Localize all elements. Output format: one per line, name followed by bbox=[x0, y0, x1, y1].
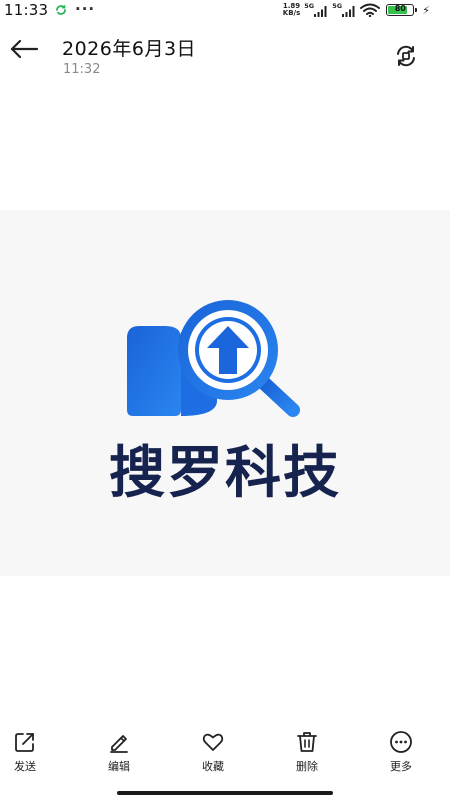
trash-icon bbox=[297, 732, 317, 752]
logo-image bbox=[127, 300, 300, 417]
signal-icon bbox=[342, 6, 355, 17]
charging-icon: ⚡ bbox=[422, 3, 430, 17]
more-label: 更多 bbox=[390, 760, 412, 773]
sync-icon bbox=[56, 5, 66, 15]
signal-1: 5G bbox=[304, 2, 328, 17]
home-indicator[interactable] bbox=[117, 791, 333, 795]
brand-text: 搜罗科技 bbox=[109, 441, 341, 506]
battery-text: 80 bbox=[394, 4, 406, 13]
share-icon bbox=[15, 733, 34, 752]
battery-icon: 80 bbox=[386, 4, 418, 16]
signal-1-label: 5G bbox=[304, 2, 315, 10]
delete-label: 删除 bbox=[296, 760, 318, 773]
rotate-icon bbox=[397, 45, 415, 67]
signal-icon bbox=[314, 6, 327, 17]
back-arrow-icon bbox=[10, 39, 39, 59]
bottom-toolbar: 发送 编辑 收藏 删除 更多 bbox=[0, 730, 450, 780]
edit-icon bbox=[110, 735, 128, 753]
back-button[interactable] bbox=[6, 34, 42, 64]
more-icon bbox=[390, 731, 412, 753]
send-button[interactable]: 发送 bbox=[5, 730, 45, 774]
network-speed: 1.89 KB/s bbox=[283, 3, 300, 17]
signal-2-label: 5G bbox=[332, 2, 343, 10]
send-label: 发送 bbox=[14, 760, 36, 773]
favorite-button[interactable]: 收藏 bbox=[193, 730, 233, 774]
photo-view[interactable]: 搜罗科技 bbox=[0, 210, 450, 576]
signal-2: 5G bbox=[332, 2, 356, 17]
favorite-label: 收藏 bbox=[202, 760, 224, 773]
more-button[interactable]: 更多 bbox=[381, 730, 421, 774]
edit-label: 编辑 bbox=[108, 760, 130, 773]
wifi-icon bbox=[360, 3, 381, 17]
status-more-icon: ··· bbox=[75, 0, 96, 18]
delete-button[interactable]: 删除 bbox=[287, 730, 327, 774]
edit-button[interactable]: 编辑 bbox=[99, 730, 139, 774]
status-indicators: 1.89 KB/s 5G 5G 80 ⚡ bbox=[283, 2, 430, 18]
page-subtitle: 11:32 bbox=[63, 62, 101, 77]
heart-icon bbox=[202, 733, 224, 751]
status-time: 11:33 bbox=[4, 1, 49, 19]
status-bar: 11:33 ··· 1.89 KB/s 5G 5G 80 ⚡ bbox=[0, 0, 450, 22]
speed-unit: KB/s bbox=[282, 9, 301, 17]
page-title: 2026年6月3日 bbox=[62, 38, 197, 60]
rotate-button[interactable] bbox=[392, 42, 420, 70]
